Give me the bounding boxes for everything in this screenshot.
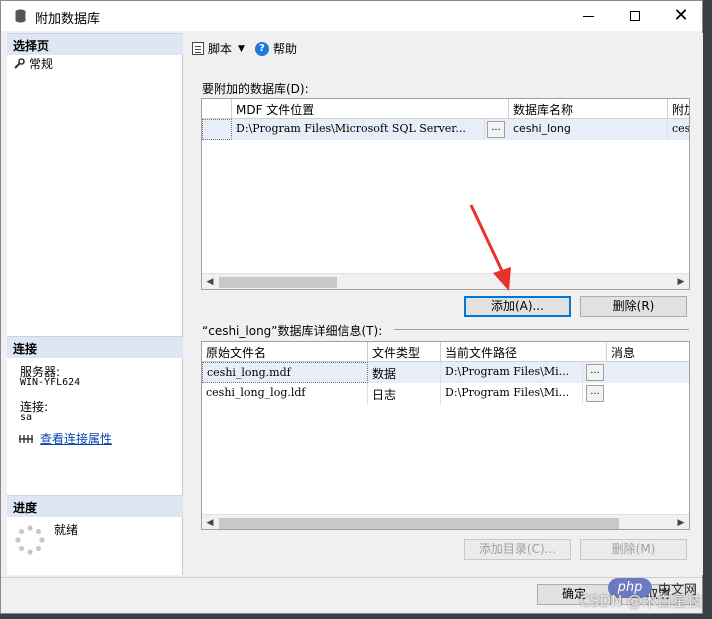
add-catalog-button[interactable]: 添加目录(C)...	[464, 539, 571, 560]
table-row[interactable]: D:\Program Files\Microsoft SQL Server...…	[202, 119, 689, 140]
table-row[interactable]: ceshi_long.mdf 数据 D:\Program Files\Mi...…	[202, 362, 689, 383]
maximize-button[interactable]	[612, 1, 658, 31]
db-name-cell[interactable]: ceshi_long	[509, 119, 668, 140]
chevron-down-icon[interactable]: ▼	[238, 44, 245, 54]
close-icon: ✕	[673, 5, 689, 26]
table-row[interactable]: ceshi_long_log.ldf 日志 D:\Program Files\M…	[202, 383, 689, 404]
connect-value: sa	[20, 412, 33, 423]
file-type-cell[interactable]: 日志	[368, 383, 441, 404]
column-header-db-name[interactable]: 数据库名称	[509, 99, 668, 119]
close-button[interactable]: ✕	[658, 1, 704, 31]
minimize-icon	[582, 15, 594, 17]
current-path-cell[interactable]: D:\Program Files\Mi...	[441, 362, 583, 383]
title-bar: 附加数据库 ✕	[1, 1, 702, 31]
scroll-thumb[interactable]	[219, 518, 619, 529]
script-label: 脚本	[208, 42, 233, 56]
database-details-grid: 原始文件名 文件类型 当前文件路径 消息 ceshi_long.mdf 数据 D…	[201, 341, 690, 530]
column-header-original-file[interactable]: 原始文件名	[202, 342, 368, 362]
right-pane: 脚本 ▼ ? 帮助 要附加的数据库(D): MDF 文件位置 数据库名称 附加 …	[184, 33, 703, 575]
attach-grid-hscrollbar[interactable]: ◀ ▶	[202, 273, 689, 289]
help-button[interactable]: ? 帮助	[254, 40, 297, 57]
maximize-icon	[630, 11, 640, 21]
window-title: 附加数据库	[35, 12, 101, 27]
help-icon: ?	[254, 41, 269, 56]
minimize-button[interactable]	[565, 1, 611, 31]
mdf-location-cell[interactable]: D:\Program Files\Microsoft SQL Server...	[232, 119, 485, 140]
column-header-attach-as[interactable]: 附加	[668, 99, 689, 119]
browse-mdf-button[interactable]: ...	[487, 121, 505, 138]
nav-item-general-label: 常规	[29, 57, 54, 71]
scroll-left-icon[interactable]: ◀	[202, 515, 218, 529]
connection-header: 连接	[7, 336, 183, 358]
column-header-mdf[interactable]: MDF 文件位置	[232, 99, 509, 119]
row-header-corner	[202, 99, 232, 119]
help-label: 帮助	[272, 42, 297, 56]
script-icon	[192, 42, 204, 55]
scroll-thumb[interactable]	[219, 277, 337, 288]
annotation-arrow-icon	[469, 204, 511, 291]
browse-path-button[interactable]: ...	[586, 364, 604, 381]
attach-database-dialog: 附加数据库 ✕ 选择页 常规 连接 服务器: WIN-YFL624 连接: sa…	[0, 0, 703, 614]
left-pane: 选择页 常规 连接 服务器: WIN-YFL624 连接: sa 查看连接属性 …	[7, 33, 183, 575]
current-path-cell[interactable]: D:\Program Files\Mi...	[441, 383, 583, 404]
original-file-cell[interactable]: ceshi_long.mdf	[202, 362, 368, 383]
details-grid-hscrollbar[interactable]: ◀ ▶	[202, 514, 689, 529]
remove-file-button[interactable]: 删除(M)	[580, 539, 687, 560]
nav-item-general[interactable]: 常规	[13, 55, 53, 72]
browse-path-button[interactable]: ...	[586, 385, 604, 402]
view-connection-properties-link[interactable]: 查看连接属性	[40, 430, 112, 447]
add-database-button[interactable]: 添加(A)...	[464, 296, 571, 317]
server-value: WIN-YFL624	[20, 377, 81, 388]
remove-database-button[interactable]: 删除(R)	[580, 296, 687, 317]
original-file-cell[interactable]: ceshi_long_log.ldf	[202, 383, 368, 404]
column-header-current-path[interactable]: 当前文件路径	[441, 342, 607, 362]
scroll-left-icon[interactable]: ◀	[202, 274, 218, 289]
database-icon	[15, 9, 26, 23]
scroll-right-icon[interactable]: ▶	[673, 515, 689, 529]
details-separator	[394, 329, 689, 330]
select-page-header: 选择页	[7, 33, 183, 55]
attach-as-cell[interactable]: ces	[668, 119, 689, 140]
progress-header: 进度	[7, 495, 183, 517]
connection-properties-icon	[19, 434, 33, 443]
toolbar: 脚本 ▼ ? 帮助	[192, 40, 297, 57]
scroll-right-icon[interactable]: ▶	[673, 274, 689, 289]
file-type-cell[interactable]: 数据	[368, 362, 441, 383]
attach-databases-label: 要附加的数据库(D):	[202, 82, 309, 96]
progress-status: 就绪	[54, 523, 79, 537]
wrench-icon	[14, 57, 25, 69]
database-details-label: “ceshi_long”数据库详细信息(T):	[202, 324, 383, 338]
attach-databases-grid: MDF 文件位置 数据库名称 附加 D:\Program Files\Micro…	[201, 98, 690, 290]
row-selector[interactable]	[202, 119, 232, 140]
watermark: CSDN @木白星枝	[579, 592, 702, 610]
progress-spinner-icon	[15, 525, 45, 555]
view-connection-properties[interactable]: 查看连接属性	[18, 430, 112, 447]
column-header-message[interactable]: 消息	[607, 342, 689, 362]
script-button[interactable]: 脚本	[192, 40, 232, 57]
column-header-file-type[interactable]: 文件类型	[368, 342, 441, 362]
